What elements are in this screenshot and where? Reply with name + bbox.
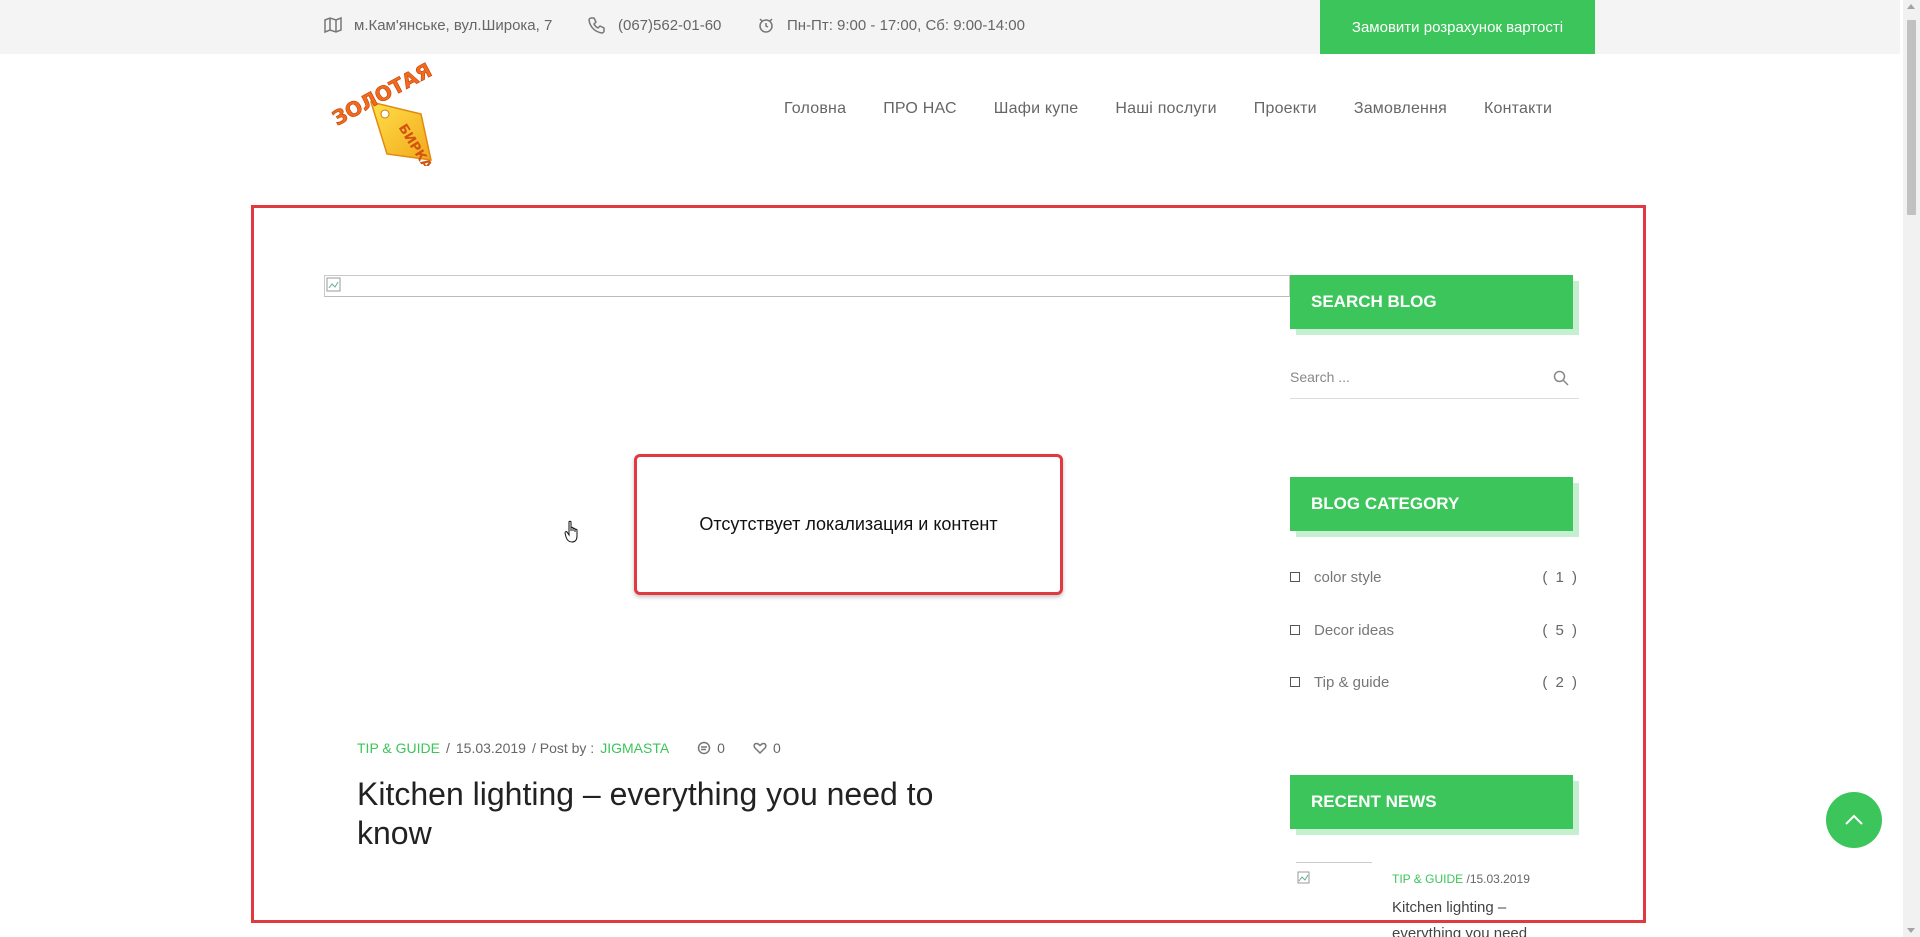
- hours-text: Пн-Пт: 9:00 - 17:00, Сб: 9:00-14:00: [787, 16, 1025, 34]
- chevron-up-icon: [1845, 814, 1863, 825]
- phone-text: (067)562-01-60: [618, 16, 722, 34]
- post-author-link[interactable]: JIGMASTA: [600, 740, 669, 756]
- hand-cursor-icon: [564, 520, 578, 543]
- annotation-box: Отсутствует локализация и контент: [634, 454, 1063, 595]
- nav-item-home[interactable]: Головна: [784, 100, 846, 118]
- post-category-link[interactable]: TIP & GUIDE: [357, 740, 440, 756]
- comments-counter[interactable]: 0: [697, 740, 725, 756]
- hours-info: Пн-Пт: 9:00 - 17:00, Сб: 9:00-14:00: [757, 16, 1025, 34]
- logo-graphic: ЗОЛОТАЯ БИРКА: [328, 58, 436, 173]
- recent-news-title[interactable]: Kitchen lighting – everything you need: [1392, 895, 1562, 937]
- scroll-up-arrow-icon[interactable]: [1907, 4, 1915, 9]
- category-label[interactable]: Decor ideas: [1314, 622, 1394, 639]
- comment-icon: [697, 741, 711, 755]
- post-featured-image[interactable]: [324, 275, 1290, 297]
- broken-image-icon: [1297, 871, 1310, 884]
- square-bullet-icon: [1290, 677, 1300, 687]
- nav-item-wardrobes[interactable]: Шафи купе: [994, 100, 1079, 118]
- clock-icon: [759, 18, 773, 33]
- phone-info: (067)562-01-60: [588, 16, 721, 34]
- nav-item-projects[interactable]: Проекти: [1254, 100, 1317, 118]
- likes-count: 0: [772, 740, 781, 756]
- post-by-label: / Post by :: [531, 740, 595, 756]
- category-label[interactable]: color style: [1314, 569, 1382, 586]
- address-info: м.Кам'янське, вул.Широка, 7: [324, 16, 552, 34]
- broken-image-icon: [326, 277, 341, 292]
- scroll-down-arrow-icon[interactable]: [1907, 928, 1915, 933]
- recent-news-category[interactable]: TIP & GUIDE: [1392, 872, 1463, 886]
- scrollbar-thumb[interactable]: [1907, 20, 1916, 215]
- recent-news-meta: TIP & GUIDE /15.03.2019: [1392, 872, 1530, 886]
- category-count: ( 5 ): [1542, 621, 1579, 639]
- back-to-top-button[interactable]: [1826, 792, 1882, 848]
- map-icon: [324, 16, 342, 34]
- nav-item-contacts[interactable]: Контакти: [1484, 100, 1552, 118]
- post-date: 15.03.2019: [455, 740, 526, 756]
- top-bar: м.Кам'янське, вул.Широка, 7 (067)562-01-…: [0, 0, 1900, 54]
- square-bullet-icon: [1290, 625, 1300, 635]
- recent-news-heading: RECENT NEWS: [1290, 775, 1573, 829]
- recent-news-thumbnail[interactable]: [1296, 862, 1372, 884]
- search-blog-heading: SEARCH BLOG: [1290, 275, 1573, 329]
- likes-counter[interactable]: 0: [753, 740, 781, 756]
- order-estimate-button[interactable]: Замовити розрахунок вартості: [1320, 0, 1595, 54]
- address-text: м.Кам'янське, вул.Широка, 7: [354, 16, 553, 34]
- category-item-tip-guide[interactable]: Tip & guide ( 2 ): [1290, 670, 1579, 694]
- square-bullet-icon: [1290, 572, 1300, 582]
- nav-item-services[interactable]: Наші послуги: [1115, 100, 1216, 118]
- nav-item-about[interactable]: ПРО НАС: [883, 100, 957, 118]
- category-item-decor-ideas[interactable]: Decor ideas ( 5 ): [1290, 618, 1579, 642]
- category-item-color-style[interactable]: color style ( 1 ): [1290, 565, 1579, 589]
- category-count: ( 2 ): [1542, 673, 1579, 691]
- site-logo[interactable]: ЗОЛОТАЯ БИРКА: [325, 58, 445, 173]
- recent-news-date: /15.03.2019: [1466, 872, 1530, 886]
- search-form: [1290, 360, 1579, 399]
- page-scrollbar[interactable]: [1903, 0, 1920, 937]
- post-title[interactable]: Kitchen lighting – everything you need t…: [357, 775, 997, 853]
- phone-icon: [588, 17, 605, 34]
- annotation-text: Отсутствует локализация и контент: [699, 514, 998, 534]
- heart-icon: [753, 742, 767, 755]
- nav-item-order[interactable]: Замовлення: [1354, 100, 1447, 118]
- search-input[interactable]: [1290, 360, 1540, 394]
- category-label[interactable]: Tip & guide: [1314, 674, 1389, 691]
- post-meta-separator: /: [445, 740, 450, 756]
- post-meta: TIP & GUIDE / 15.03.2019 / Post by : JIG…: [357, 740, 781, 756]
- comments-count: 0: [717, 740, 725, 756]
- search-icon[interactable]: [1553, 370, 1569, 386]
- main-nav: Головна ПРО НАС Шафи купе Наші послуги П…: [784, 100, 1552, 118]
- category-count: ( 1 ): [1542, 568, 1579, 586]
- blog-category-heading: BLOG CATEGORY: [1290, 477, 1573, 531]
